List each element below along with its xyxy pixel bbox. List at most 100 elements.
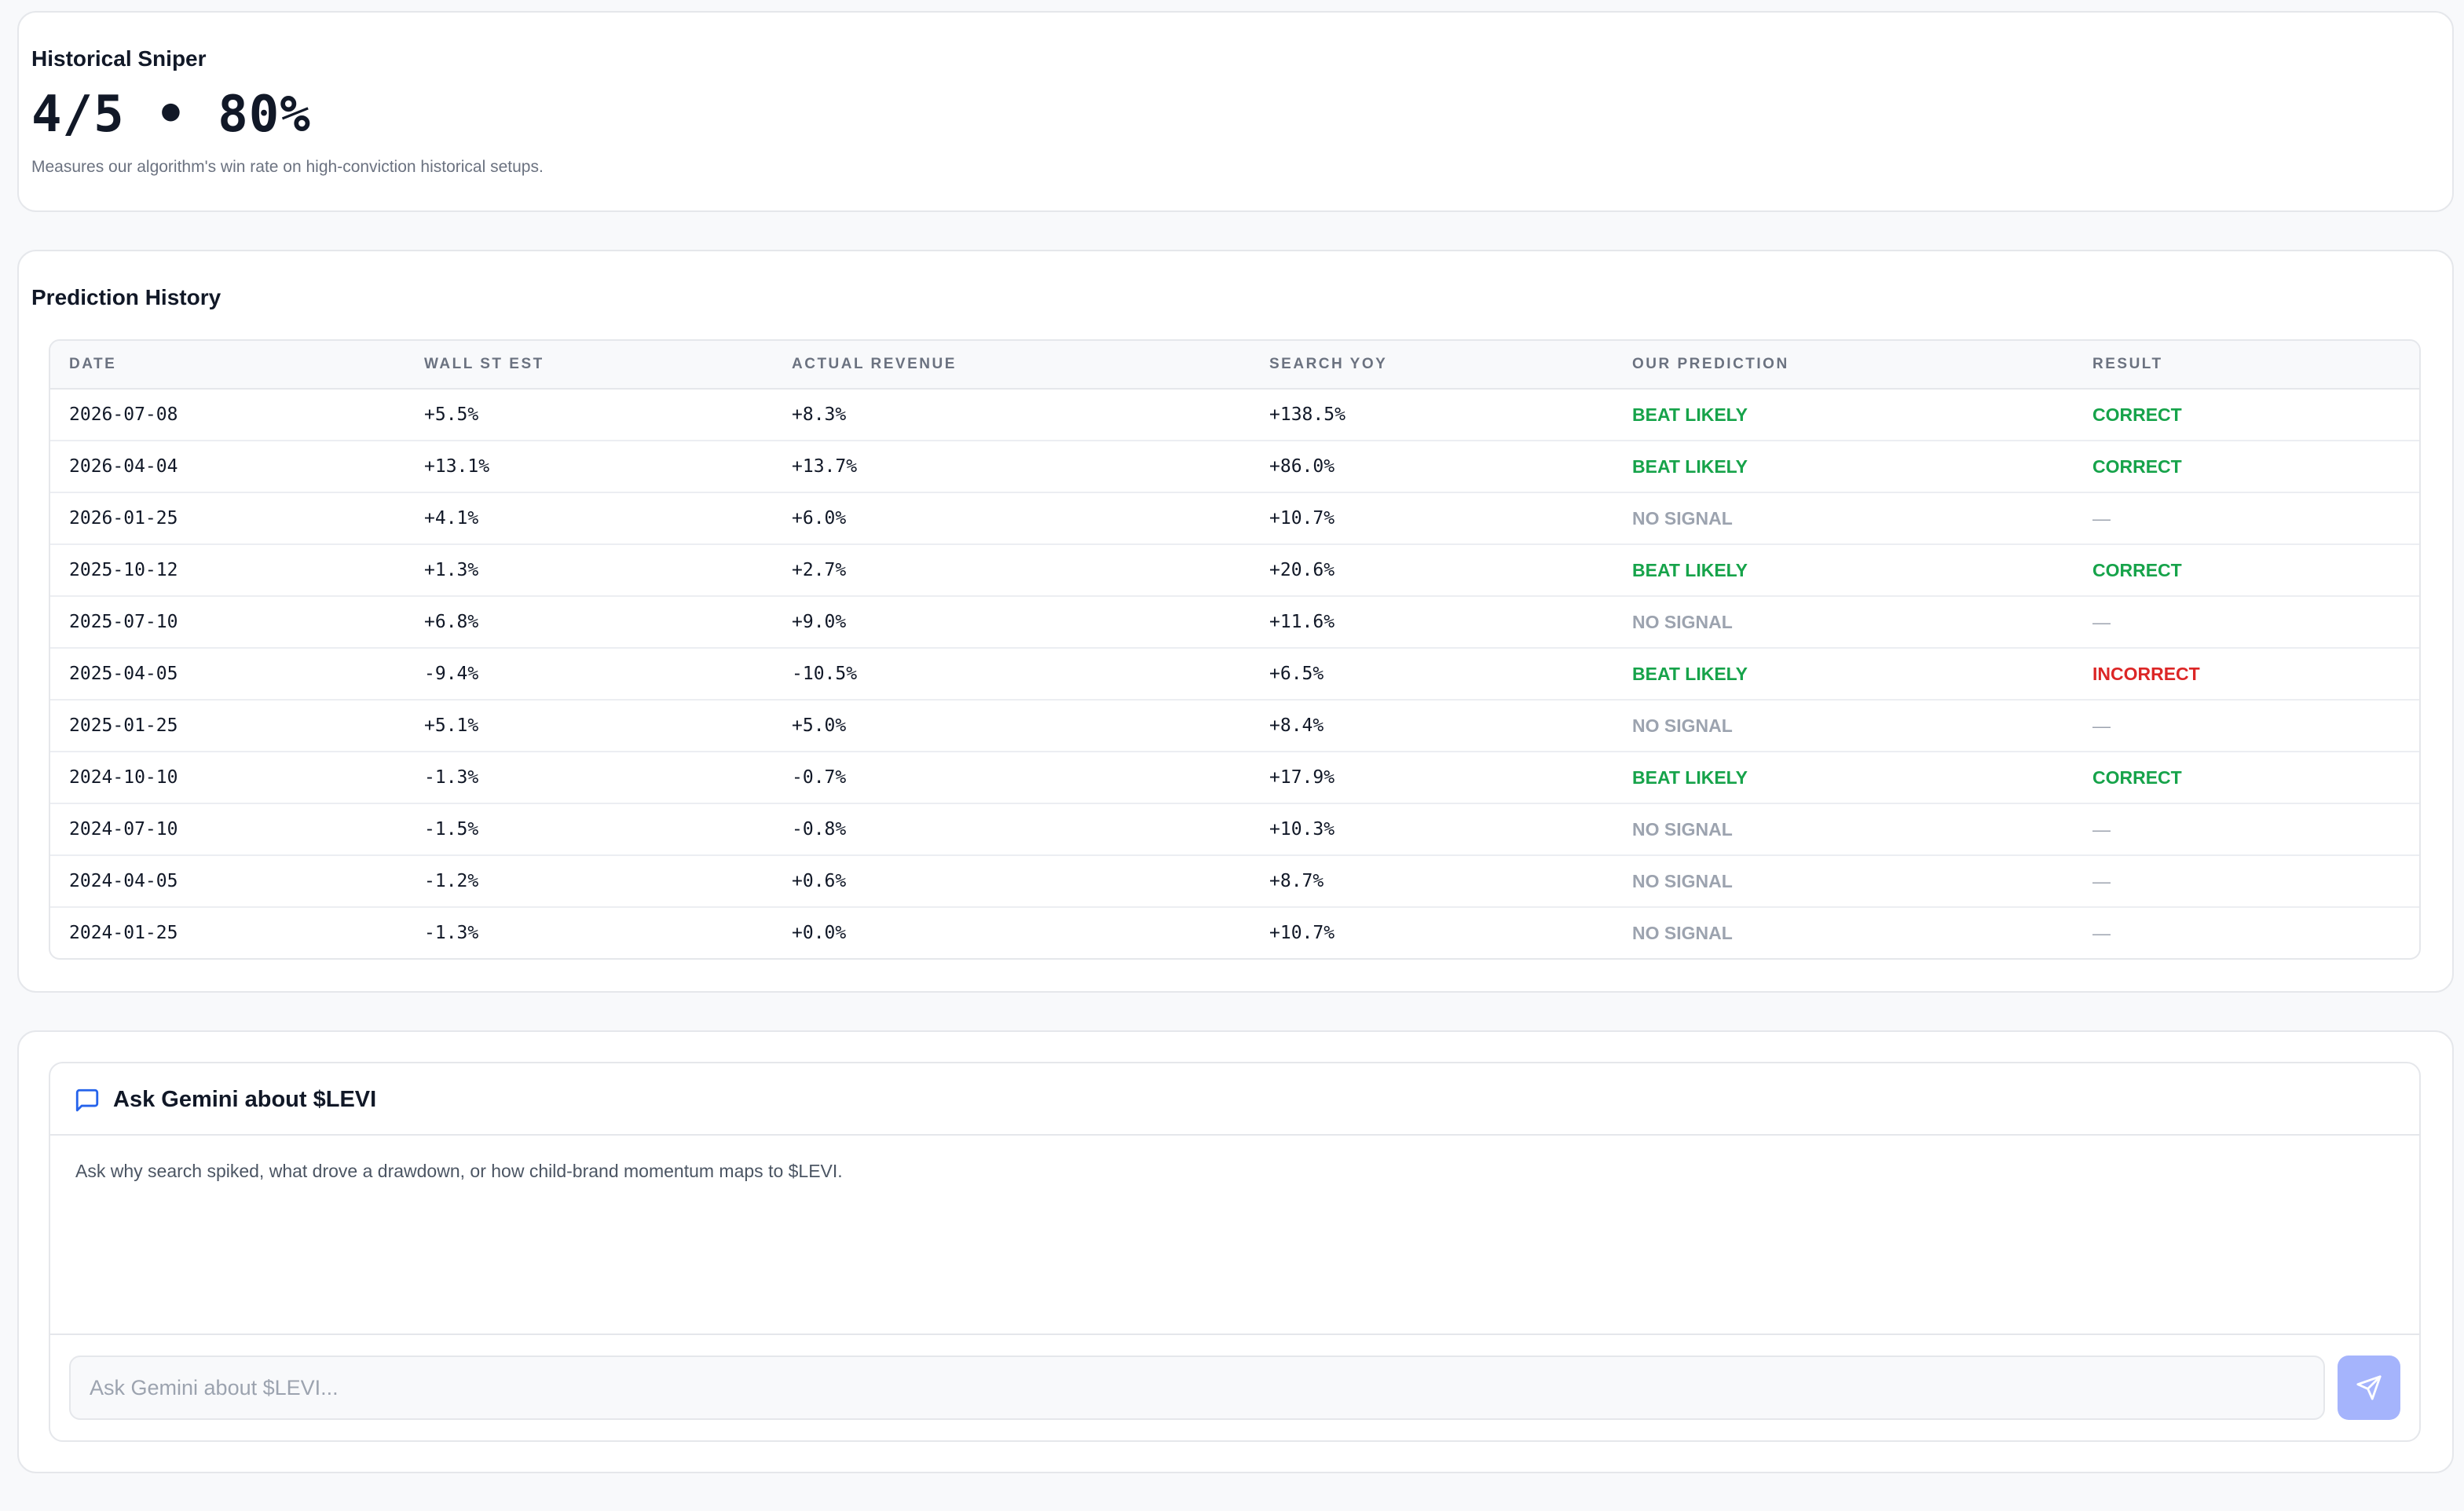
- cell-wall-st-est: +5.1%: [424, 715, 479, 736]
- cell-search-yoy: +8.7%: [1269, 871, 1324, 891]
- chat-title: Ask Gemini about $LEVI: [113, 1087, 377, 1112]
- cell-search-yoy: +11.6%: [1269, 612, 1335, 632]
- chat-input[interactable]: [69, 1356, 2325, 1420]
- cell-result: CORRECT: [2092, 560, 2182, 580]
- cell-wall-st-est: -1.2%: [424, 871, 479, 891]
- send-icon: [2356, 1375, 2382, 1400]
- cell-actual-revenue: +0.0%: [792, 923, 847, 943]
- historical-sniper-card: [17, 11, 2454, 212]
- cell-search-yoy: +138.5%: [1269, 404, 1345, 425]
- cell-actual-revenue: +9.0%: [792, 612, 847, 632]
- table-row: 2025-07-10 +6.8% +9.0% +11.6% NO SIGNAL —: [50, 597, 2419, 649]
- column-header-result: RESULT: [2092, 356, 2163, 372]
- cell-date: 2025-07-10: [69, 612, 178, 632]
- cell-wall-st-est: +13.1%: [424, 456, 490, 477]
- cell-actual-revenue: +2.7%: [792, 560, 847, 580]
- cell-wall-st-est: -1.3%: [424, 923, 479, 943]
- cell-actual-revenue: -10.5%: [792, 664, 858, 684]
- sniper-description: Measures our algorithm's win rate on hig…: [31, 158, 544, 176]
- table-row: 2024-04-05 -1.2% +0.6% +8.7% NO SIGNAL —: [50, 856, 2419, 908]
- cell-wall-st-est: -1.3%: [424, 767, 479, 788]
- table-row: 2025-04-05 -9.4% -10.5% +6.5% BEAT LIKELY INC…: [50, 649, 2419, 701]
- cell-result: CORRECT: [2092, 767, 2182, 788]
- table-header: DATE WALL ST EST ACTUAL REVENUE SEARCH Y…: [50, 341, 2419, 390]
- prediction-history-table: DATE WALL ST EST ACTUAL REVENUE SEARCH Y…: [49, 339, 2421, 960]
- send-button[interactable]: [2338, 1356, 2400, 1420]
- table-row: 2024-07-10 -1.5% -0.8% +10.3% NO SIGNAL —: [50, 804, 2419, 856]
- cell-wall-st-est: +5.5%: [424, 404, 479, 425]
- cell-prediction: BEAT LIKELY: [1632, 664, 1748, 684]
- table-row: 2026-04-04 +13.1% +13.7% +86.0% BEAT LIKELY C…: [50, 441, 2419, 493]
- cell-result: —: [2092, 612, 2111, 632]
- cell-result: CORRECT: [2092, 404, 2182, 425]
- cell-search-yoy: +6.5%: [1269, 664, 1324, 684]
- cell-search-yoy: +8.4%: [1269, 715, 1324, 736]
- cell-result: INCORRECT: [2092, 664, 2200, 684]
- chat-hint: Ask why search spiked, what drove a draw…: [75, 1161, 843, 1181]
- cell-prediction: NO SIGNAL: [1632, 923, 1733, 943]
- table-row: 2026-01-25 +4.1% +6.0% +10.7% NO SIGNAL —: [50, 493, 2419, 545]
- cell-date: 2024-07-10: [69, 819, 178, 840]
- cell-actual-revenue: +0.6%: [792, 871, 847, 891]
- cell-actual-revenue: +6.0%: [792, 508, 847, 529]
- cell-result: CORRECT: [2092, 456, 2182, 477]
- cell-search-yoy: +20.6%: [1269, 560, 1335, 580]
- column-header-actual-revenue: ACTUAL REVENUE: [792, 356, 957, 372]
- cell-wall-st-est: -1.5%: [424, 819, 479, 840]
- table-body: 2026-07-08 +5.5% +8.3% +138.5% BEAT LIKELY CO…: [50, 390, 2419, 958]
- cell-date: 2026-01-25: [69, 508, 178, 529]
- cell-search-yoy: +10.7%: [1269, 923, 1335, 943]
- cell-search-yoy: +86.0%: [1269, 456, 1335, 477]
- cell-prediction: NO SIGNAL: [1632, 819, 1733, 840]
- column-header-wall-st-est: WALL ST EST: [424, 356, 544, 372]
- table-row: 2024-10-10 -1.3% -0.7% +17.9% BEAT LIKELY COR…: [50, 752, 2419, 804]
- sniper-title: Historical Sniper: [31, 46, 207, 71]
- column-header-search-yoy: SEARCH YOY: [1269, 356, 1388, 372]
- column-header-our-prediction: OUR PREDICTION: [1632, 356, 1789, 372]
- cell-actual-revenue: +13.7%: [792, 456, 858, 477]
- cell-prediction: BEAT LIKELY: [1632, 560, 1748, 580]
- cell-wall-st-est: +1.3%: [424, 560, 479, 580]
- cell-actual-revenue: -0.8%: [792, 819, 847, 840]
- cell-actual-revenue: +5.0%: [792, 715, 847, 736]
- chat-header: Ask Gemini about $LEVI: [50, 1063, 2419, 1136]
- cell-date: 2024-04-05: [69, 871, 178, 891]
- cell-prediction: BEAT LIKELY: [1632, 456, 1748, 477]
- column-header-date: DATE: [69, 356, 117, 372]
- cell-prediction: NO SIGNAL: [1632, 508, 1733, 529]
- chat-panel: Ask Gemini about $LEVI Ask why search sp…: [49, 1062, 2421, 1442]
- cell-result: —: [2092, 715, 2111, 736]
- cell-prediction: BEAT LIKELY: [1632, 767, 1748, 788]
- cell-result: —: [2092, 819, 2111, 840]
- cell-date: 2025-01-25: [69, 715, 178, 736]
- prediction-history-title: Prediction History: [31, 285, 222, 309]
- table-row: 2025-10-12 +1.3% +2.7% +20.6% BEAT LIKELY COR…: [50, 545, 2419, 597]
- cell-search-yoy: +10.3%: [1269, 819, 1335, 840]
- cell-date: 2026-07-08: [69, 404, 178, 425]
- cell-wall-st-est: -9.4%: [424, 664, 479, 684]
- cell-actual-revenue: -0.7%: [792, 767, 847, 788]
- cell-date: 2024-01-25: [69, 923, 178, 943]
- cell-prediction: NO SIGNAL: [1632, 612, 1733, 632]
- cell-wall-st-est: +6.8%: [424, 612, 479, 632]
- message-square-icon: [75, 1088, 99, 1112]
- cell-prediction: BEAT LIKELY: [1632, 404, 1748, 425]
- table-row: 2026-07-08 +5.5% +8.3% +138.5% BEAT LIKELY CO…: [50, 390, 2419, 441]
- table-row: 2025-01-25 +5.1% +5.0% +8.4% NO SIGNAL —: [50, 701, 2419, 752]
- cell-date: 2024-10-10: [69, 767, 178, 788]
- cell-result: —: [2092, 508, 2111, 529]
- cell-search-yoy: +17.9%: [1269, 767, 1335, 788]
- cell-date: 2025-10-12: [69, 560, 178, 580]
- cell-date: 2026-04-04: [69, 456, 178, 477]
- cell-prediction: NO SIGNAL: [1632, 715, 1733, 736]
- cell-result: —: [2092, 871, 2111, 891]
- table-row: 2024-01-25 -1.3% +0.0% +10.7% NO SIGNAL —: [50, 908, 2419, 958]
- cell-result: —: [2092, 923, 2111, 943]
- cell-wall-st-est: +4.1%: [424, 508, 479, 529]
- cell-prediction: NO SIGNAL: [1632, 871, 1733, 891]
- cell-date: 2025-04-05: [69, 664, 178, 684]
- sniper-score: 4/5 • 80%: [31, 86, 311, 144]
- cell-search-yoy: +10.7%: [1269, 508, 1335, 529]
- cell-actual-revenue: +8.3%: [792, 404, 847, 425]
- chat-footer: [50, 1334, 2419, 1442]
